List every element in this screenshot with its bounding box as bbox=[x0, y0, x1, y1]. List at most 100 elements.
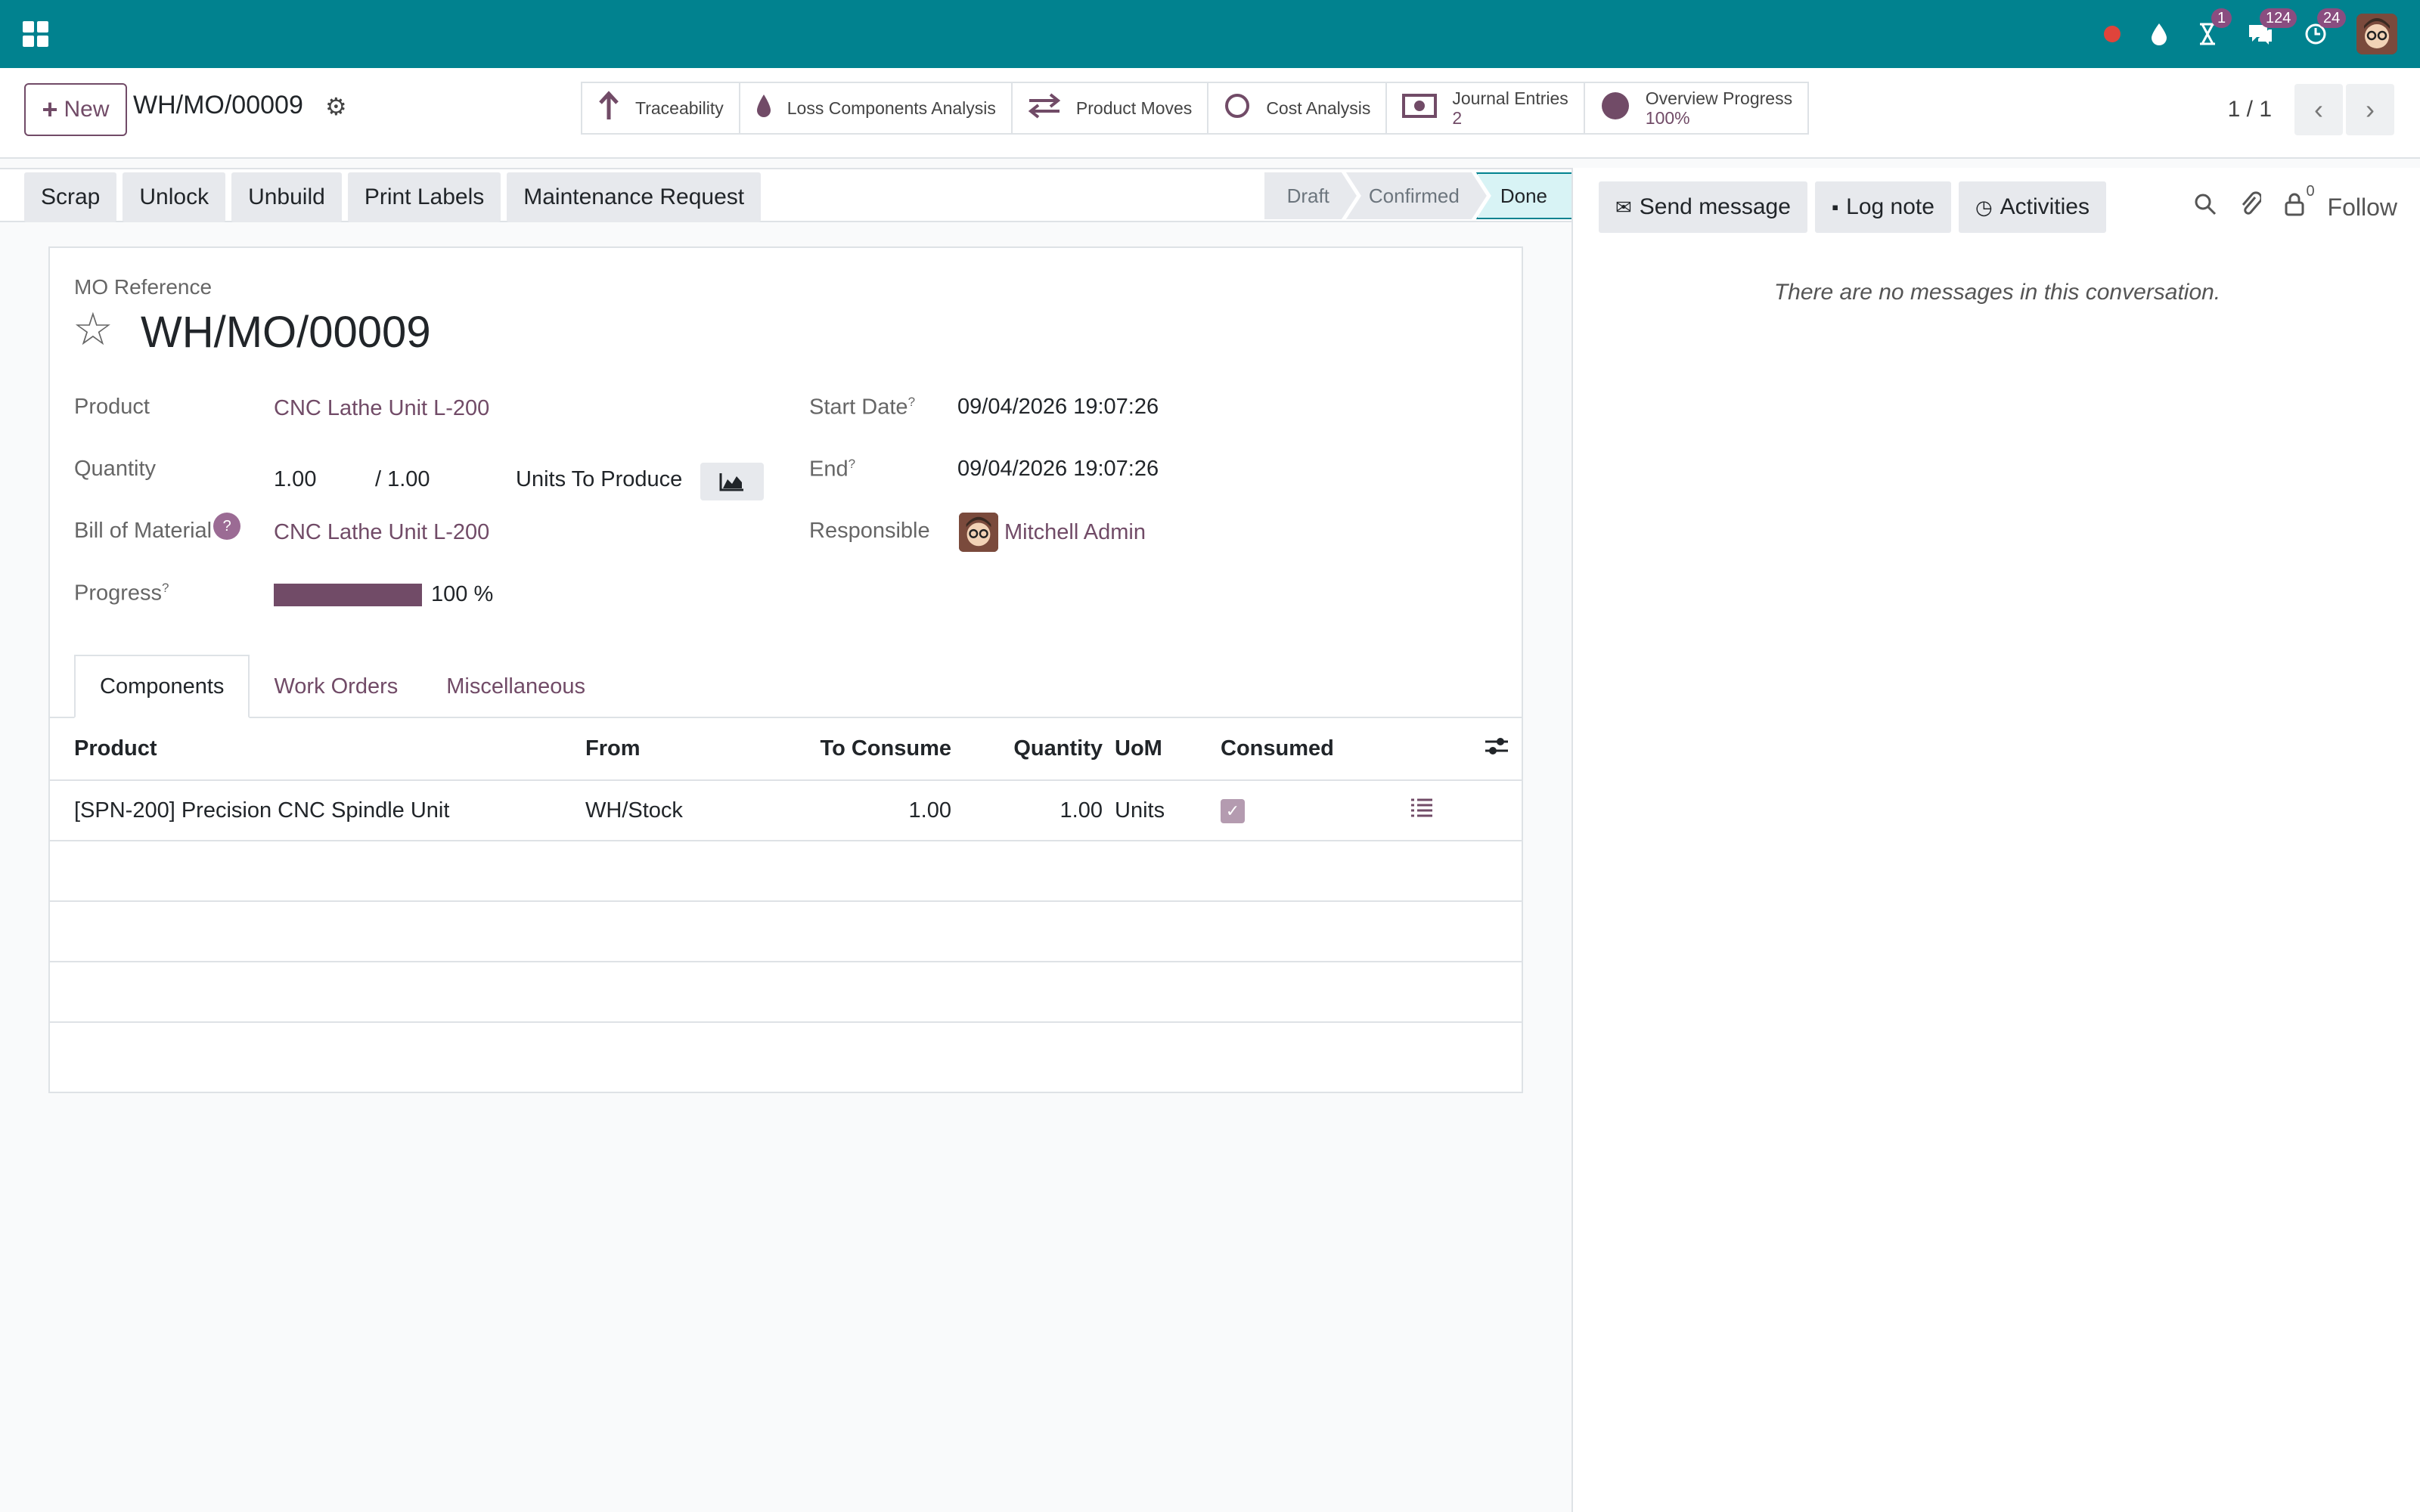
send-message-button[interactable]: ✉ Send message bbox=[1599, 181, 1807, 233]
activities-hourglass-icon[interactable]: 1 bbox=[2198, 8, 2232, 46]
pager-next-button[interactable]: › bbox=[2346, 84, 2394, 135]
traceability-button[interactable]: Traceability bbox=[582, 83, 740, 133]
drop-icon bbox=[755, 93, 772, 124]
stage-done[interactable]: Done bbox=[1475, 172, 1573, 219]
followers-lock-icon[interactable]: 0 bbox=[2284, 183, 2315, 222]
area-chart-icon bbox=[719, 473, 743, 491]
tab-work-orders[interactable]: Work Orders bbox=[250, 655, 422, 718]
search-icon[interactable] bbox=[2193, 192, 2217, 222]
chatter-panel: ✉ Send message ▪ Log note ◷ Activities 0 Fo… bbox=[1571, 168, 2420, 1512]
pager-value[interactable]: 1 / 1 bbox=[2228, 97, 2272, 122]
product-link[interactable]: CNC Lathe Unit L-200 bbox=[274, 396, 489, 421]
pager: 1 / 1 ‹ › bbox=[2228, 83, 2394, 136]
end-date-label: End? bbox=[809, 457, 856, 482]
activities-badge: 1 bbox=[2211, 8, 2232, 28]
note-icon: ▪ bbox=[1831, 195, 1839, 218]
column-header-uom[interactable]: UoM bbox=[1109, 718, 1215, 781]
progress-value: 100 % bbox=[431, 582, 494, 606]
consumed-checkbox[interactable]: ✓ bbox=[1221, 799, 1245, 823]
updates-badge: 24 bbox=[2317, 8, 2347, 28]
quantity-target: / 1.00 bbox=[375, 467, 430, 491]
paperclip-icon[interactable] bbox=[2240, 191, 2263, 223]
activities-button[interactable]: ◷ Activities bbox=[1958, 181, 2106, 233]
bom-help-icon[interactable]: ? bbox=[213, 513, 241, 540]
table-row-empty bbox=[50, 962, 1522, 1023]
cell-from: WH/Stock bbox=[579, 780, 768, 841]
smart-buttons: Traceability Loss Components Analysis Pr… bbox=[581, 82, 1810, 135]
loss-components-analysis-button[interactable]: Loss Components Analysis bbox=[740, 83, 1013, 133]
empty-conversation-message: There are no messages in this conversati… bbox=[1773, 280, 2221, 305]
drop-icon[interactable] bbox=[2149, 22, 2169, 46]
optional-columns-icon[interactable] bbox=[1404, 718, 1522, 781]
print-labels-button[interactable]: Print Labels bbox=[347, 172, 501, 222]
responsible-link[interactable]: Mitchell Admin bbox=[1004, 520, 1146, 545]
breadcrumb-record-title: WH/MO/00009 bbox=[133, 91, 303, 119]
progress-bar bbox=[274, 584, 422, 606]
progress-label: Progress? bbox=[74, 581, 169, 606]
stage-pipeline: Draft Confirmed Done bbox=[1275, 172, 1573, 221]
table-row-empty bbox=[50, 841, 1522, 902]
scrap-button[interactable]: Scrap bbox=[24, 172, 117, 222]
journal-entries-button[interactable]: Journal Entries 2 bbox=[1387, 83, 1585, 133]
tab-components[interactable]: Components bbox=[74, 655, 250, 718]
star-icon[interactable]: ☆ bbox=[73, 307, 113, 352]
notebook-tabs: Components Work Orders Miscellaneous bbox=[74, 655, 610, 718]
control-panel: + New WH/MO/00009 ⚙ Traceability Loss Com… bbox=[0, 68, 2420, 159]
bill-of-material-link[interactable]: CNC Lathe Unit L-200 bbox=[274, 520, 489, 545]
maintenance-request-button[interactable]: Maintenance Request bbox=[507, 172, 762, 222]
form-statusbar: Scrap Unlock Unbuild Print Labels Mainte… bbox=[0, 168, 1573, 222]
tab-miscellaneous[interactable]: Miscellaneous bbox=[422, 655, 610, 718]
end-date-value[interactable]: 09/04/2026 19:07:26 bbox=[957, 457, 1159, 482]
forecast-chart-button[interactable] bbox=[700, 463, 764, 500]
start-date-value[interactable]: 09/04/2026 19:07:26 bbox=[957, 395, 1159, 420]
recording-indicator-icon[interactable] bbox=[2104, 26, 2121, 42]
messages-icon[interactable]: 124 bbox=[2246, 8, 2297, 46]
circle-icon bbox=[1224, 92, 1251, 125]
column-header-product[interactable]: Product bbox=[50, 718, 579, 781]
clock-icon: ◷ bbox=[1975, 195, 1993, 218]
envelope-icon: ✉ bbox=[1615, 195, 1632, 218]
cell-uom: Units bbox=[1109, 780, 1215, 841]
bill-of-material-label: Bill of Material? bbox=[74, 513, 241, 546]
product-moves-button[interactable]: Product Moves bbox=[1013, 83, 1209, 133]
unbuild-button[interactable]: Unbuild bbox=[231, 172, 342, 222]
column-header-quantity[interactable]: Quantity bbox=[957, 718, 1109, 781]
components-table: Product From To Consume Quantity UoM Con… bbox=[50, 718, 1522, 1095]
table-row-empty bbox=[50, 1022, 1522, 1095]
quantity-label: Quantity bbox=[74, 457, 156, 481]
new-button[interactable]: + New bbox=[24, 83, 127, 136]
column-header-consumed[interactable]: Consumed bbox=[1215, 718, 1404, 781]
form-sheet: MO Reference ☆ WH/MO/00009 Product CNC L… bbox=[48, 246, 1523, 1093]
product-label: Product bbox=[74, 395, 150, 419]
progress-fill bbox=[275, 585, 420, 605]
followers-count: 0 bbox=[2306, 183, 2315, 200]
follow-button[interactable]: Follow bbox=[2328, 194, 2397, 222]
table-row-empty bbox=[50, 901, 1522, 962]
cell-consumed: ✓ bbox=[1215, 780, 1404, 841]
stage-confirmed[interactable]: Confirmed bbox=[1346, 172, 1487, 219]
arrow-up-icon bbox=[597, 90, 620, 126]
cell-to-consume: 1.00 bbox=[768, 780, 957, 841]
table-row[interactable]: [SPN-200] Precision CNC Spindle Unit WH/… bbox=[50, 780, 1522, 841]
start-date-label: Start Date? bbox=[809, 395, 916, 420]
user-avatar[interactable] bbox=[2356, 14, 2397, 54]
cell-quantity: 1.00 bbox=[957, 780, 1109, 841]
quantity-value: 1.00 bbox=[274, 467, 317, 491]
money-icon bbox=[1402, 93, 1438, 123]
unlock-button[interactable]: Unlock bbox=[123, 172, 226, 222]
top-navbar: 1 124 24 bbox=[0, 0, 2420, 68]
updates-icon[interactable]: 24 bbox=[2304, 8, 2347, 46]
detail-list-icon[interactable] bbox=[1404, 780, 1522, 841]
log-note-button[interactable]: ▪ Log note bbox=[1814, 181, 1951, 233]
stage-draft[interactable]: Draft bbox=[1264, 172, 1357, 219]
cost-analysis-button[interactable]: Cost Analysis bbox=[1208, 83, 1388, 133]
column-header-from[interactable]: From bbox=[579, 718, 768, 781]
cell-product: [SPN-200] Precision CNC Spindle Unit bbox=[50, 780, 579, 841]
pager-previous-button[interactable]: ‹ bbox=[2294, 84, 2343, 135]
apps-menu-icon[interactable] bbox=[23, 21, 48, 47]
table-header-row: Product From To Consume Quantity UoM Con… bbox=[50, 718, 1522, 781]
messages-badge: 124 bbox=[2260, 8, 2297, 28]
overview-progress-button[interactable]: Overview Progress 100% bbox=[1585, 83, 1807, 133]
column-header-to-consume[interactable]: To Consume bbox=[768, 718, 957, 781]
gear-icon[interactable]: ⚙ bbox=[325, 92, 347, 121]
